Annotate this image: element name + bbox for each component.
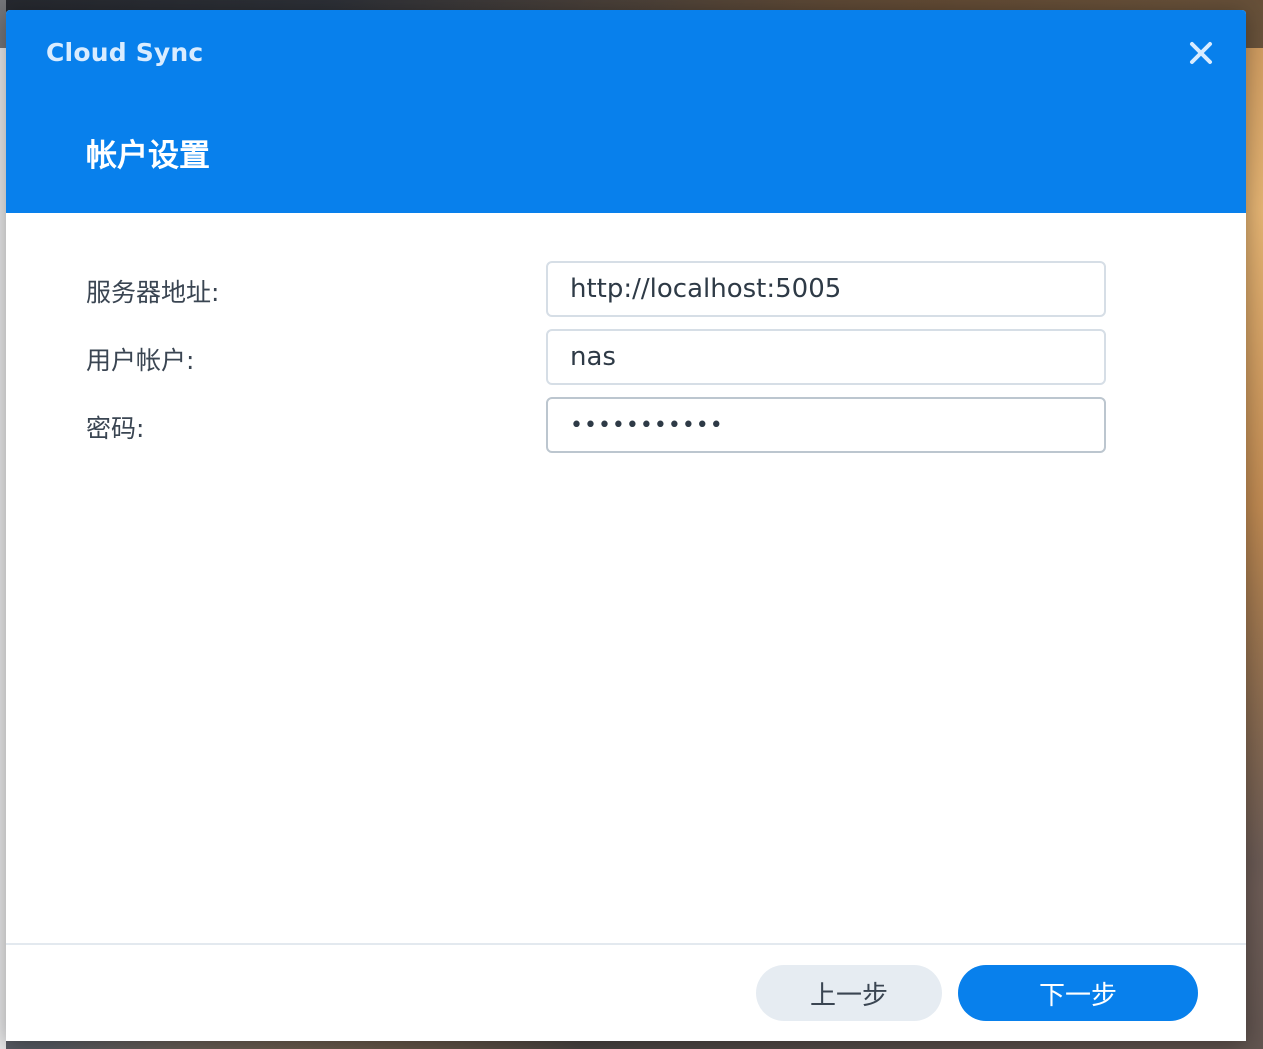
password-row: 密码: (6, 397, 1246, 465)
app-title: Cloud Sync (46, 38, 204, 67)
user-account-row: 用户帐户: (6, 329, 1246, 397)
password-input[interactable] (546, 397, 1106, 453)
cloud-sync-dialog: Cloud Sync 帐户设置 服务器地址: 用户帐户: 密码: 上一步 下一步 (6, 10, 1246, 1041)
server-address-row: 服务器地址: (6, 261, 1246, 329)
close-icon (1190, 42, 1212, 64)
server-address-input[interactable] (546, 261, 1106, 317)
dialog-footer: 上一步 下一步 (6, 943, 1246, 1041)
close-button[interactable] (1186, 36, 1216, 70)
user-account-input[interactable] (546, 329, 1106, 385)
server-address-label: 服务器地址: (86, 278, 220, 307)
next-button[interactable]: 下一步 (958, 965, 1198, 1021)
password-label: 密码: (86, 414, 145, 443)
step-title: 帐户设置 (86, 138, 210, 174)
back-button[interactable]: 上一步 (756, 965, 942, 1021)
user-account-label: 用户帐户: (86, 346, 195, 375)
account-settings-form: 服务器地址: 用户帐户: 密码: (6, 261, 1246, 465)
dialog-header: Cloud Sync 帐户设置 (6, 10, 1246, 213)
